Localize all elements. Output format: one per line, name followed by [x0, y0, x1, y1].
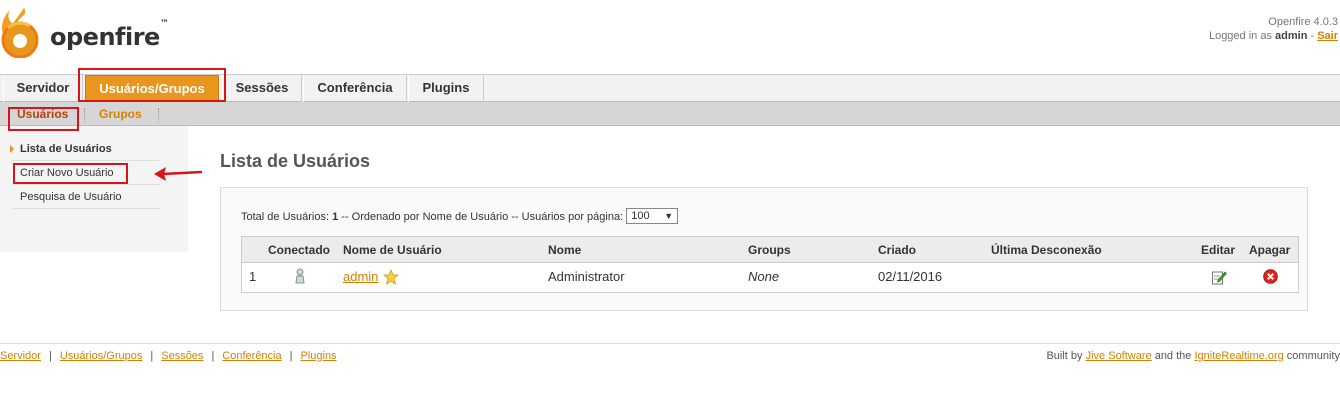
- footer: Servidor | Usuários/Grupos | Sessões | Conferê…: [0, 343, 1340, 373]
- col-editar: Editar: [1201, 243, 1236, 257]
- ignite-realtime-link[interactable]: IgniteRealtime.org: [1194, 350, 1283, 362]
- subtab-grupos[interactable]: Grupos: [99, 107, 142, 121]
- sidebar-item-lista-usuarios[interactable]: Lista de Usuários: [10, 137, 160, 161]
- footer-nav: Servidor | Usuários/Grupos | Sessões | Conferê…: [0, 350, 337, 362]
- header: openfire™ Openfire 4.0.3 Logged in as ad…: [0, 0, 1340, 74]
- main-content: Lista de Usuários Total de Usuários: 1 -…: [188, 126, 1340, 336]
- tab-conferencia[interactable]: Conferência: [303, 75, 407, 102]
- row-name: Administrator: [548, 269, 625, 284]
- tab-plugins[interactable]: Plugins: [408, 75, 484, 102]
- sidebar: Lista de Usuários Criar Novo Usuário Pes…: [0, 126, 188, 252]
- per-page-select[interactable]: 100 ▼: [626, 208, 679, 224]
- user-info: Openfire 4.0.3 Logged in as admin - Sair: [1209, 15, 1338, 43]
- logout-link[interactable]: Sair: [1317, 30, 1338, 42]
- subtab-divider: [158, 108, 159, 122]
- sidebar-item-criar-usuario[interactable]: Criar Novo Usuário: [12, 161, 160, 185]
- subtab-usuarios[interactable]: Usuários: [17, 107, 68, 121]
- select-arrow-icon: ▼: [664, 211, 674, 221]
- users-table: Conectado Nome de Usuário Nome Groups Cr…: [241, 236, 1299, 293]
- user-list-panel: Total de Usuários: 1 -- Ordenado por Nom…: [220, 187, 1308, 311]
- footer-link-conferencia[interactable]: Conferência: [222, 350, 281, 362]
- row-created: 02/11/2016: [878, 269, 943, 284]
- logged-in-line: Logged in as admin - Sair: [1208, 30, 1338, 42]
- col-groups: Groups: [748, 243, 791, 257]
- col-nome-usuario[interactable]: Nome de Usuário: [343, 243, 442, 257]
- delete-icon[interactable]: [1263, 269, 1278, 287]
- version-label: Openfire 4.0.3: [1268, 16, 1338, 28]
- offline-user-icon: [294, 268, 306, 287]
- page-title: Lista de Usuários: [220, 151, 371, 171]
- main-tab-bar: Servidor Usuários/Grupos Sessões Conferê…: [0, 74, 1340, 102]
- col-apagar: Apagar: [1249, 243, 1291, 257]
- table-header: Conectado Nome de Usuário Nome Groups Cr…: [242, 237, 1298, 263]
- admin-star-icon: [382, 268, 400, 288]
- row-username: admin: [343, 269, 378, 284]
- sub-tab-bar: Usuários Grupos: [0, 102, 1340, 126]
- tab-sessoes[interactable]: Sessões: [222, 75, 302, 102]
- col-ultima-desconexao: Última Desconexão: [991, 243, 1102, 257]
- tab-usuarios-grupos[interactable]: Usuários/Grupos: [85, 75, 219, 102]
- sidebar-item-pesquisa-usuario[interactable]: Pesquisa de Usuário: [12, 185, 160, 209]
- footer-link-plugins[interactable]: Plugins: [300, 350, 336, 362]
- openfire-flame-icon[interactable]: [0, 6, 44, 61]
- user-summary: Total de Usuários: 1 -- Ordenado por Nom…: [241, 208, 679, 225]
- tab-servidor[interactable]: Servidor: [3, 75, 83, 102]
- footer-link-usuarios-grupos[interactable]: Usuários/Grupos: [60, 350, 143, 362]
- col-conectado: Conectado: [268, 243, 331, 257]
- footer-link-servidor[interactable]: Servidor: [0, 350, 41, 362]
- subtab-divider: [84, 108, 85, 122]
- footer-link-sessoes[interactable]: Sessões: [161, 350, 203, 362]
- edit-icon[interactable]: [1211, 269, 1227, 288]
- row-groups: None: [748, 269, 780, 284]
- jive-software-link[interactable]: Jive Software: [1086, 350, 1152, 362]
- brand-name: openfire™: [50, 19, 169, 51]
- footer-credits: Built by Jive Software and the IgniteRea…: [1046, 350, 1340, 362]
- logged-user: admin: [1275, 30, 1308, 42]
- col-nome[interactable]: Nome: [548, 243, 581, 257]
- row-index: 1: [249, 269, 257, 284]
- username-link[interactable]: admin: [343, 269, 378, 284]
- col-criado: Criado: [878, 243, 917, 257]
